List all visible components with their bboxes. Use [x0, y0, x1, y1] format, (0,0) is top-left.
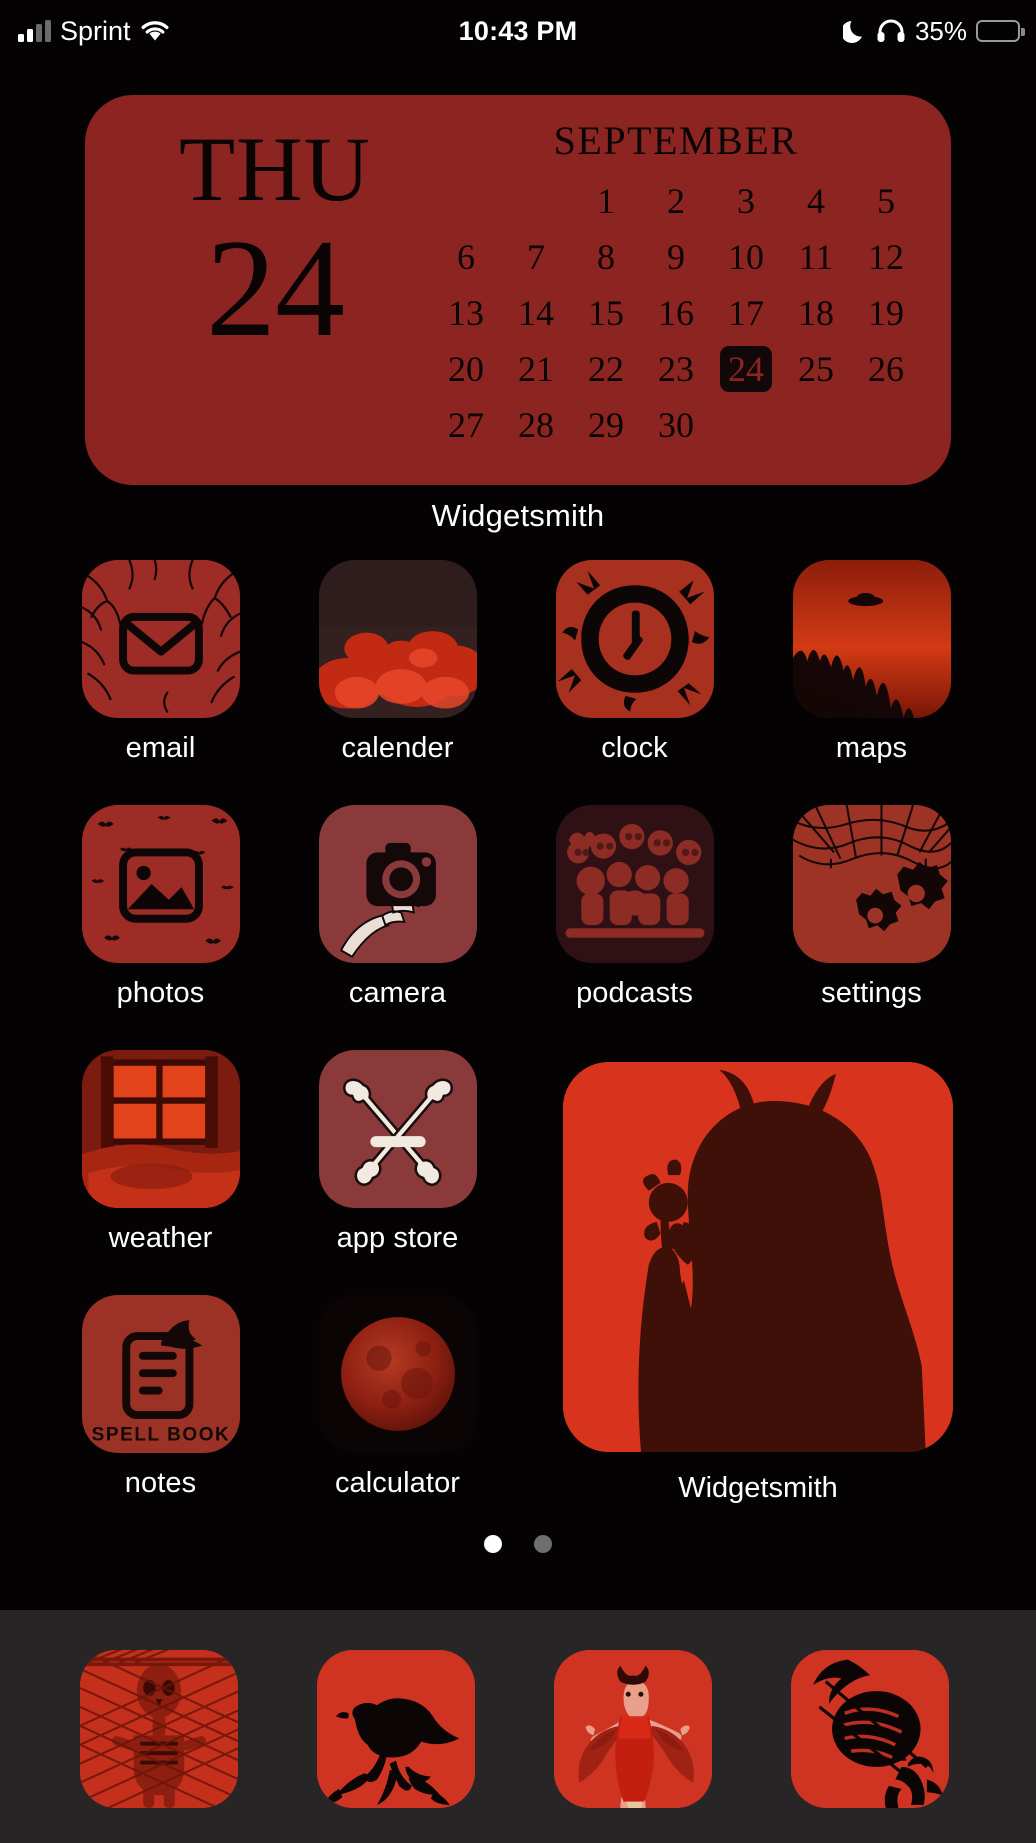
- calendar-cell: 7: [527, 237, 545, 277]
- gears-cobweb-icon: [792, 805, 951, 963]
- calendar-widget[interactable]: THU 24 SEPTEMBER 1 2 3 4 5 6 7 8 9 10 11 12 13 14 15 16…: [85, 95, 951, 485]
- app-label: app store: [336, 1222, 459, 1254]
- photo-widget-label: Widgetsmith: [678, 1472, 838, 1504]
- app-label: podcasts: [576, 977, 693, 1009]
- app-clock[interactable]: clock: [522, 560, 747, 765]
- calendar-cell: 26: [868, 349, 904, 389]
- calendar-widget-label: Widgetsmith: [431, 498, 605, 533]
- app-label: email: [125, 732, 196, 764]
- app-row-2: photos camera podcasts settings: [0, 805, 1036, 1050]
- battery-percent-label: 35%: [914, 15, 967, 46]
- calendar-cell: 25: [798, 349, 834, 389]
- app-podcasts[interactable]: podcasts: [522, 805, 747, 1010]
- status-bar-right: 35%: [842, 15, 1025, 47]
- app-label: settings: [821, 977, 922, 1009]
- calendar-cell: 27: [448, 405, 484, 445]
- calendar-month-label: SEPTEMBER: [553, 118, 799, 163]
- battery-icon: [976, 20, 1025, 42]
- raven-branch-icon: [317, 1650, 475, 1808]
- calendar-cell: 19: [868, 293, 904, 333]
- calendar-cell: 6: [457, 237, 475, 277]
- mail-envelope-icon: [81, 560, 240, 718]
- app-maps[interactable]: maps: [759, 560, 984, 765]
- crossed-bones-a-icon: [318, 1050, 477, 1208]
- dock: [0, 1610, 1036, 1843]
- headphones-icon: [876, 18, 906, 44]
- calendar-cell: 3: [737, 181, 755, 221]
- calendar-cell: 22: [588, 349, 624, 389]
- skeleton-hand-camera-icon: [318, 805, 477, 963]
- calendar-cell: 15: [588, 293, 624, 333]
- calendar-cell: 16: [658, 293, 694, 333]
- clock-splatter-icon: [555, 560, 714, 718]
- calendar-cell: 5: [877, 181, 895, 221]
- app-label: weather: [108, 1222, 213, 1254]
- app-settings[interactable]: settings: [759, 805, 984, 1010]
- skeletons-table-icon: [555, 805, 714, 963]
- calendar-cell: 12: [868, 237, 904, 277]
- calendar-cell: 4: [807, 181, 825, 221]
- spell-book-icon: SPELL BOOK: [81, 1295, 240, 1453]
- calendar-cell: 20: [448, 349, 484, 389]
- app-label: notes: [124, 1467, 197, 1499]
- devil-silhouette-flower-photo: [563, 1062, 953, 1452]
- calendar-cell: 10: [728, 237, 764, 277]
- dock-app-2[interactable]: [317, 1650, 475, 1808]
- calendar-cell: 23: [658, 349, 694, 389]
- app-notes[interactable]: SPELL BOOK notes: [48, 1295, 273, 1500]
- page-dot-2[interactable]: [534, 1535, 553, 1553]
- app-calculator[interactable]: calculator: [285, 1295, 510, 1500]
- calendar-cell-today: 24: [711, 344, 781, 394]
- ufo-forest-icon: [792, 560, 951, 718]
- svg-text:SPELL BOOK: SPELL BOOK: [91, 1424, 230, 1445]
- dock-app-1[interactable]: [80, 1650, 238, 1808]
- calendar-cell: 17: [728, 293, 764, 333]
- red-room-window-icon: [81, 1050, 240, 1208]
- calendar-cell: 28: [518, 405, 554, 445]
- page-dot-1[interactable]: [483, 1535, 502, 1553]
- dock-app-4[interactable]: [791, 1650, 949, 1808]
- red-clouds-icon: [318, 560, 477, 718]
- calendar-cell: 14: [518, 293, 554, 333]
- devil-woman-icon: [554, 1650, 712, 1808]
- calendar-cell: 29: [588, 405, 624, 445]
- app-weather[interactable]: weather: [48, 1050, 273, 1255]
- status-bar: Sprint 10:43 PM 35%: [0, 0, 1036, 62]
- calendar-cell: 13: [448, 293, 484, 333]
- iphone-home-screen: Sprint 10:43 PM 35% THU 24 SEPTEMBER 1 2…: [0, 0, 1036, 1843]
- calendar-cell: 9: [667, 237, 685, 277]
- calendar-cell: 21: [518, 349, 554, 389]
- app-app-store[interactable]: app store: [285, 1050, 510, 1255]
- calendar-cell: 2: [667, 181, 685, 221]
- calendar-day-number: 24: [206, 211, 345, 366]
- app-label: calculator: [334, 1467, 461, 1499]
- app-label: camera: [348, 977, 447, 1009]
- app-label: photos: [116, 977, 205, 1009]
- skeleton-fence-icon: [80, 1650, 238, 1808]
- calendar-widget-date-block: THU 24: [125, 123, 425, 362]
- app-label: maps: [835, 732, 908, 764]
- calendar-cell: 8: [597, 237, 615, 277]
- app-label: clock: [601, 732, 668, 764]
- app-photos[interactable]: photos: [48, 805, 273, 1010]
- calendar-widget-month-block: SEPTEMBER 1 2 3 4 5 6 7 8 9 10 11 12 13 14 15 16 17 18 19 2…: [431, 117, 921, 450]
- calendar-day-grid: 1 2 3 4 5 6 7 8 9 10 11 12 13 14 15 16 17 18 19 20 21 22 23 24 2…: [431, 176, 921, 450]
- calendar-cell: 30: [658, 405, 694, 445]
- app-email[interactable]: email: [48, 560, 273, 765]
- blood-moon-icon: [318, 1295, 477, 1453]
- calendar-cell: 18: [798, 293, 834, 333]
- calendar-weekday: THU: [178, 118, 372, 220]
- moon-cat-icon: [791, 1650, 949, 1808]
- page-indicator[interactable]: [0, 1535, 1036, 1558]
- calendar-cell: 11: [798, 237, 834, 277]
- photo-bats-icon: [81, 805, 240, 963]
- moon-icon: [842, 18, 867, 44]
- photo-widget[interactable]: [563, 1062, 953, 1452]
- dock-app-3[interactable]: [554, 1650, 712, 1808]
- app-camera[interactable]: camera: [285, 805, 510, 1010]
- app-row-1: email calender clock maps: [0, 560, 1036, 805]
- app-label: calender: [341, 732, 454, 764]
- app-calender[interactable]: calender: [285, 560, 510, 765]
- calendar-cell: 1: [597, 181, 615, 221]
